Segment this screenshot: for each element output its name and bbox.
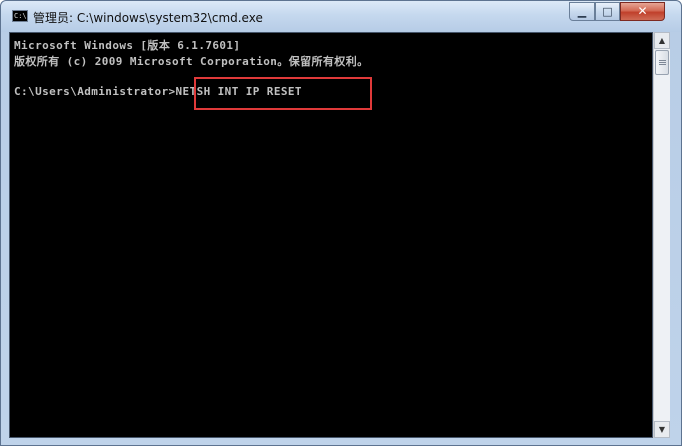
console-output[interactable]: Microsoft Windows [版本 6.1.7601] 版权所有 (c)… [9,32,653,438]
cmd-window: C:\ 管理员: C:\windows\system32\cmd.exe ▁ □… [0,0,682,446]
vertical-scrollbar[interactable]: ▲ ▼ [653,32,670,438]
cmd-app-icon[interactable]: C:\ [12,10,28,22]
arrow-down-icon: ▼ [658,425,666,434]
grip-line-icon [659,62,666,63]
console-line-version: Microsoft Windows [版本 6.1.7601] [14,39,241,52]
scroll-down-button[interactable]: ▼ [654,421,670,438]
title-bar[interactable]: C:\ 管理员: C:\windows\system32\cmd.exe ▁ □… [1,1,681,32]
maximize-icon: □ [602,5,613,18]
grip-line-icon [659,60,666,61]
console-line-copyright: 版权所有 (c) 2009 Microsoft Corporation。保留所有… [14,55,369,68]
close-icon: ✕ [637,4,648,18]
close-button[interactable]: ✕ [620,2,665,21]
window-title: 管理员: C:\windows\system32\cmd.exe [33,11,263,25]
minimize-icon: ▁ [577,5,587,18]
minimize-button[interactable]: ▁ [569,2,595,21]
arrow-up-icon: ▲ [658,36,666,45]
scroll-up-button[interactable]: ▲ [654,32,670,49]
command-highlight-box [194,77,372,110]
maximize-button[interactable]: □ [595,2,620,21]
scroll-thumb[interactable] [655,50,669,75]
grip-line-icon [659,64,666,65]
